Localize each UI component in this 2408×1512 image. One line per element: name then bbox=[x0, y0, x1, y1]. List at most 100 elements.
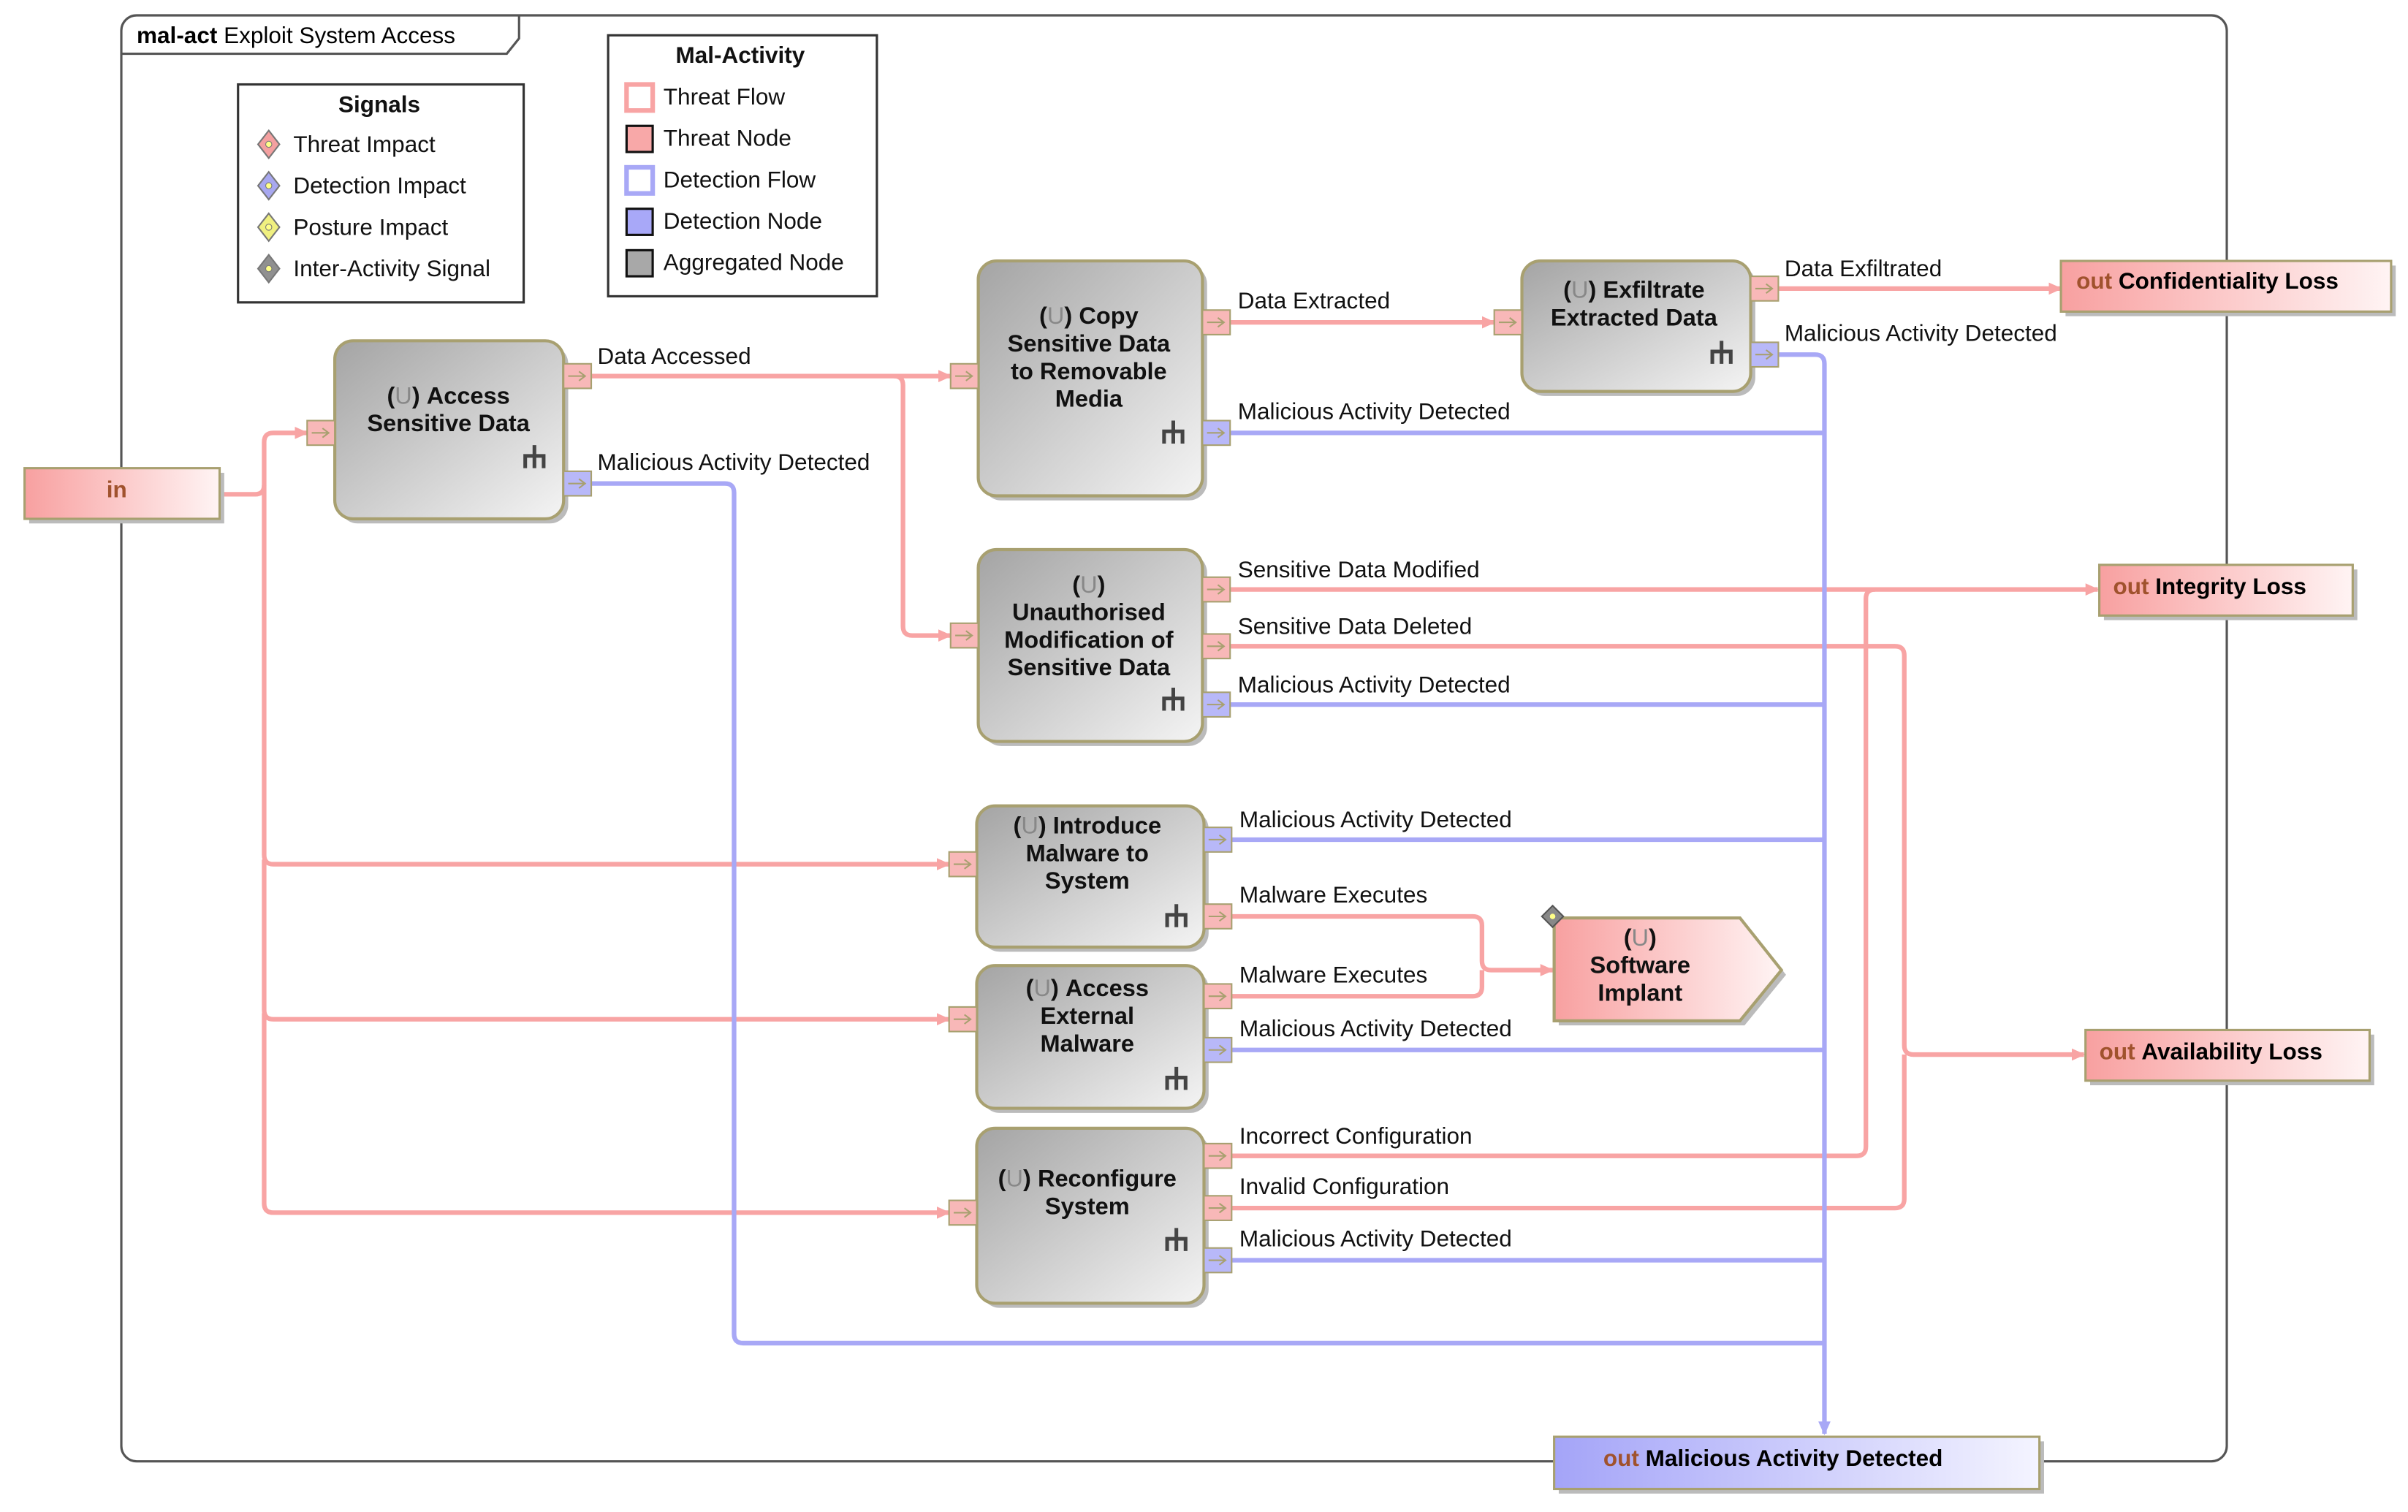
svg-text:Malware: Malware bbox=[1041, 1030, 1134, 1057]
input-pin-in[interactable]: in bbox=[23, 467, 224, 524]
pin[interactable] bbox=[1201, 309, 1231, 335]
svg-text:Malware to: Malware to bbox=[1026, 840, 1149, 866]
pin[interactable] bbox=[949, 362, 979, 390]
pin[interactable] bbox=[1203, 1247, 1233, 1274]
flow-label: Invalid Configuration bbox=[1239, 1173, 1449, 1199]
pin[interactable] bbox=[1203, 983, 1233, 1010]
node-access-external-malware[interactable]: (U) Access External Malware bbox=[975, 964, 1209, 1113]
svg-text:Sensitive Data: Sensitive Data bbox=[1008, 654, 1171, 680]
pin[interactable] bbox=[1203, 1036, 1233, 1063]
signal-legend-label: Posture Impact bbox=[293, 213, 448, 240]
signal-legend-label: Threat Impact bbox=[293, 131, 436, 157]
svg-text:Modification of: Modification of bbox=[1004, 626, 1174, 653]
mal-activity-legend-label: Detection Flow bbox=[664, 166, 816, 192]
svg-text:(U) Introduce: (U) Introduce bbox=[1014, 813, 1162, 839]
flow-label: Incorrect Configuration bbox=[1239, 1122, 1473, 1149]
frame-title: mal-act Exploit System Access bbox=[137, 22, 455, 48]
pin[interactable] bbox=[948, 1199, 978, 1226]
flow-label: Malicious Activity Detected bbox=[1785, 319, 2057, 346]
node-unauthorised-modification[interactable]: (U) Unauthorised Modification of Sensiti… bbox=[976, 547, 1207, 746]
signal-legend-label: Detection Impact bbox=[293, 172, 466, 199]
svg-text:System: System bbox=[1045, 1193, 1130, 1220]
pin[interactable] bbox=[1750, 341, 1780, 368]
legend-swatch bbox=[625, 248, 654, 278]
pin[interactable] bbox=[1203, 1142, 1233, 1169]
svg-text:to Removable: to Removable bbox=[1011, 358, 1166, 384]
svg-text:Extracted Data: Extracted Data bbox=[1551, 304, 1718, 330]
flow-label: Data Exfiltrated bbox=[1785, 255, 1942, 281]
svg-text:Sensitive Data: Sensitive Data bbox=[1008, 330, 1171, 357]
svg-text:Software: Software bbox=[1590, 952, 1690, 979]
flow-label: Sensitive Data Deleted bbox=[1238, 613, 1473, 639]
pin[interactable] bbox=[306, 419, 336, 447]
node-access-sensitive-data[interactable]: (U) Access Sensitive Data bbox=[333, 339, 569, 524]
node-reconfigure-system[interactable]: (U) Reconfigure System bbox=[975, 1126, 1209, 1308]
svg-text:Media: Media bbox=[1055, 386, 1123, 412]
svg-text:out Confidentiality Loss: out Confidentiality Loss bbox=[2076, 267, 2339, 294]
output-malicious-activity-detected[interactable]: out Malicious Activity Detected bbox=[1553, 1435, 2044, 1494]
flow-label: Data Accessed bbox=[597, 343, 751, 369]
mal-activity-legend-title: Mal-Activity bbox=[675, 42, 805, 68]
signals-legend-title: Signals bbox=[338, 91, 420, 117]
flow-label: Malicious Activity Detected bbox=[1239, 806, 1512, 832]
mal-activity-legend-item: Threat Node bbox=[625, 124, 791, 153]
signals-legend: Signals Threat Impact Detection Impact Pos… bbox=[237, 83, 525, 304]
pin[interactable] bbox=[1750, 276, 1780, 302]
svg-text:(U): (U) bbox=[1624, 924, 1657, 951]
flow-label: Data Extracted bbox=[1238, 287, 1390, 314]
pin[interactable] bbox=[1201, 633, 1231, 660]
mal-activity-legend-item: Threat Flow bbox=[624, 82, 786, 113]
svg-text:External: External bbox=[1041, 1003, 1134, 1029]
mal-activity-legend-label: Aggregated Node bbox=[664, 249, 844, 276]
flow-label: Malware Executes bbox=[1239, 881, 1427, 908]
node-introduce-malware[interactable]: (U) Introduce Malware to System bbox=[975, 804, 1209, 952]
pin[interactable] bbox=[1201, 691, 1231, 718]
mal-activity-legend: Mal-Activity Threat Flow Threat Node Detec… bbox=[607, 34, 878, 297]
legend-swatch bbox=[624, 164, 656, 196]
svg-text:(U) Exfiltrate: (U) Exfiltrate bbox=[1563, 277, 1705, 303]
svg-text:in: in bbox=[107, 476, 127, 503]
mal-activity-legend-label: Threat Flow bbox=[664, 83, 786, 110]
output-confidentiality-loss[interactable]: out Confidentiality Loss bbox=[2059, 259, 2396, 316]
flow-label: Malicious Activity Detected bbox=[1239, 1226, 1512, 1252]
pin[interactable] bbox=[949, 622, 979, 649]
pin[interactable] bbox=[1201, 419, 1231, 447]
svg-text:out Availability Loss: out Availability Loss bbox=[2100, 1038, 2322, 1064]
flow-label: Malicious Activity Detected bbox=[597, 449, 870, 475]
signal-legend-item: Inter-Activity Signal bbox=[257, 253, 490, 284]
node-exfiltrate-extracted-data[interactable]: (U) Exfiltrate Extracted Data bbox=[1520, 259, 1755, 396]
legend-swatch bbox=[625, 124, 654, 153]
pin[interactable] bbox=[563, 470, 593, 497]
pin[interactable] bbox=[1493, 309, 1523, 335]
mal-activity-legend-label: Detection Node bbox=[664, 208, 822, 234]
output-integrity-loss[interactable]: out Integrity Loss bbox=[2098, 563, 2358, 620]
svg-text:(U): (U) bbox=[1072, 571, 1105, 598]
svg-text:System: System bbox=[1045, 867, 1130, 894]
pin[interactable] bbox=[948, 851, 978, 878]
legend-swatch bbox=[624, 82, 656, 113]
svg-text:(U) Access: (U) Access bbox=[387, 382, 509, 409]
pin[interactable] bbox=[1203, 903, 1233, 930]
pin[interactable] bbox=[563, 362, 593, 390]
signal-legend-label: Inter-Activity Signal bbox=[293, 255, 490, 281]
flow-label: Malicious Activity Detected bbox=[1238, 671, 1511, 697]
svg-text:(U) Copy: (U) Copy bbox=[1039, 303, 1139, 329]
flow-label: Malicious Activity Detected bbox=[1238, 398, 1511, 424]
svg-text:out Integrity Loss: out Integrity Loss bbox=[2113, 573, 2306, 599]
svg-text:(U) Access: (U) Access bbox=[1026, 975, 1149, 1001]
svg-text:(U) Reconfigure: (U) Reconfigure bbox=[998, 1166, 1177, 1192]
flow-label: Sensitive Data Modified bbox=[1238, 556, 1480, 582]
svg-text:Sensitive Data: Sensitive Data bbox=[367, 410, 530, 436]
mal-activity-legend-label: Threat Node bbox=[664, 125, 791, 151]
mal-activity-legend-item: Detection Flow bbox=[624, 164, 816, 196]
svg-text:Implant: Implant bbox=[1598, 980, 1682, 1006]
svg-text:Unauthorised: Unauthorised bbox=[1012, 599, 1166, 626]
diagram-canvas: mal-act Exploit System Access Signals Th… bbox=[23, 14, 2396, 1494]
pin[interactable] bbox=[1201, 576, 1231, 603]
pin[interactable] bbox=[1203, 1195, 1233, 1221]
node-copy-sensitive-data[interactable]: (U) Copy Sensitive Data to Removable Med… bbox=[976, 259, 1207, 501]
legend-swatch bbox=[625, 208, 654, 236]
output-availability-loss[interactable]: out Availability Loss bbox=[2084, 1028, 2374, 1086]
pin[interactable] bbox=[948, 1006, 978, 1033]
pin[interactable] bbox=[1203, 827, 1233, 853]
